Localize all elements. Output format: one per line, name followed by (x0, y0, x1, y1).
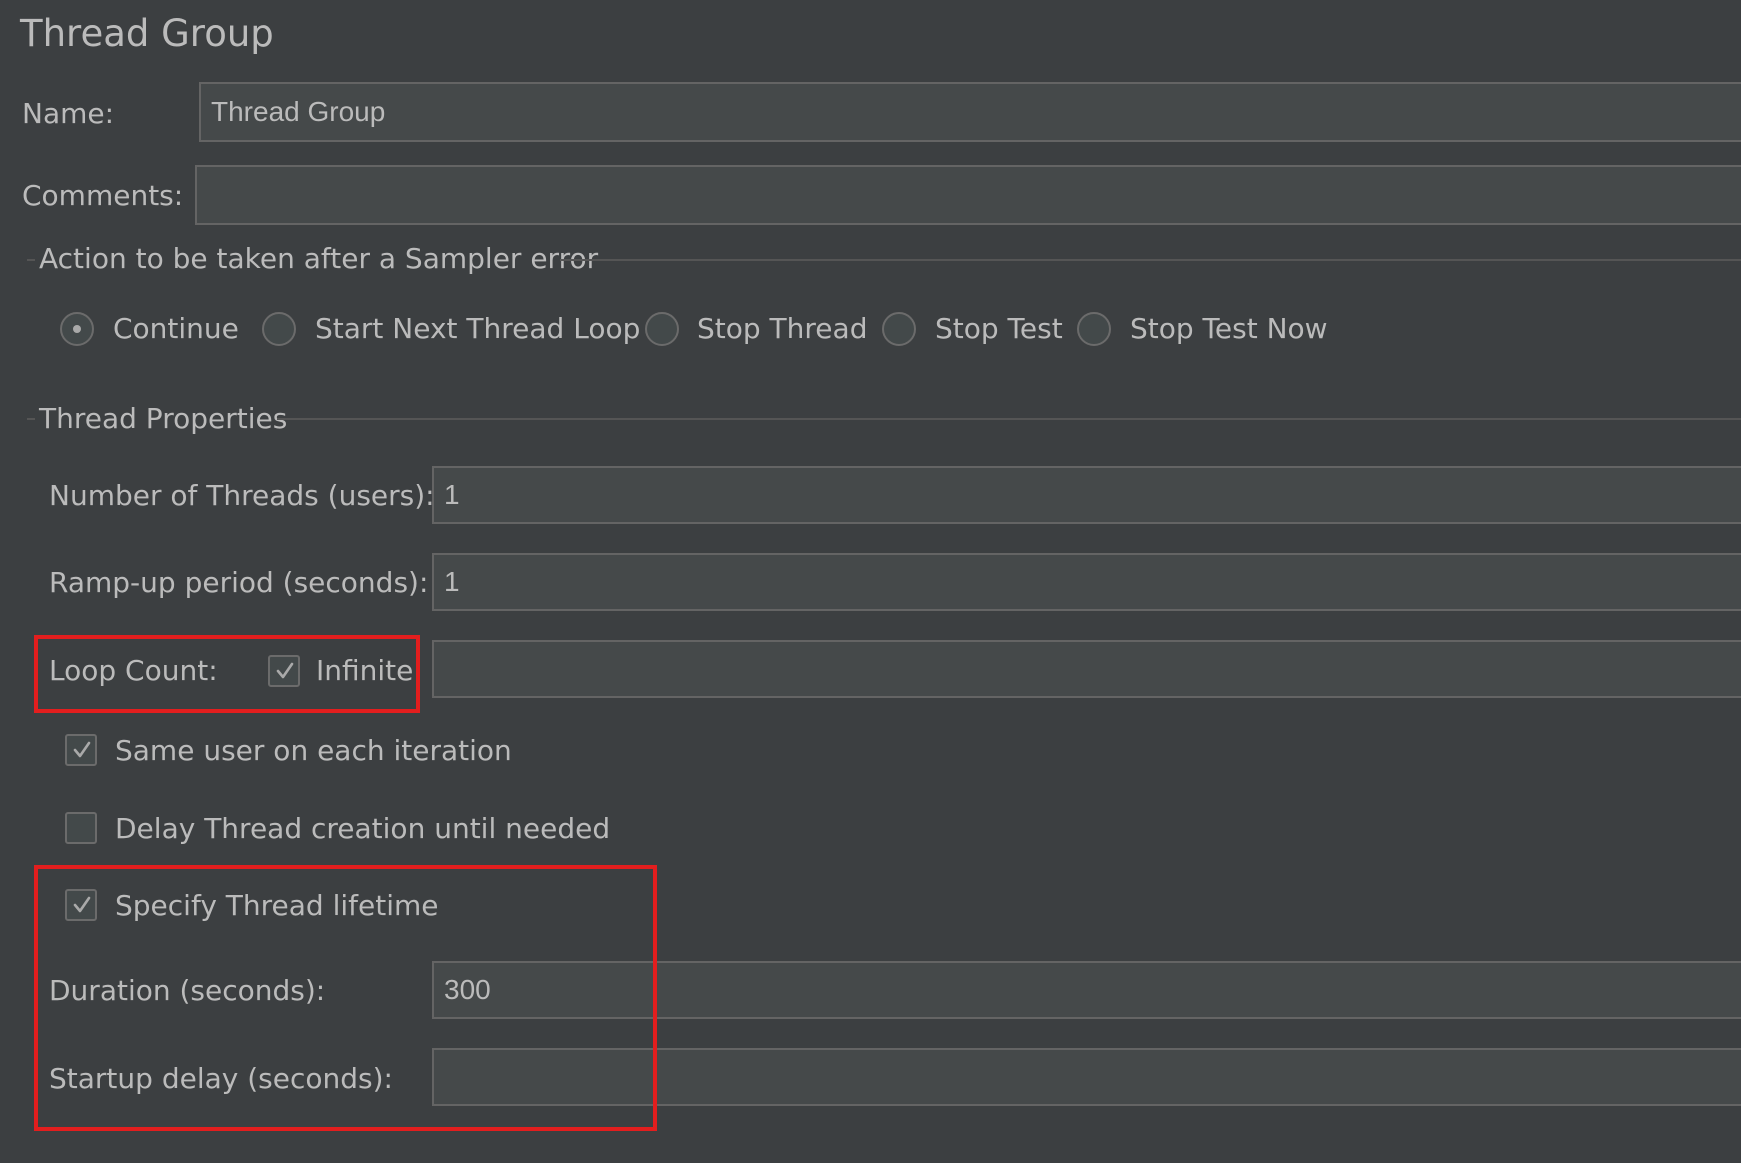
group-border (27, 259, 35, 261)
threads-field[interactable] (432, 466, 1741, 524)
radio-continue[interactable] (60, 312, 94, 346)
startup-delay-field[interactable] (432, 1048, 1741, 1106)
thread-group-panel: Thread Group Name: Comments: Action to b… (0, 0, 1741, 1163)
lifetime-label[interactable]: Specify Thread lifetime (115, 892, 439, 920)
infinite-label[interactable]: Infinite (316, 657, 413, 685)
radio-continue-label[interactable]: Continue (113, 315, 239, 343)
name-field[interactable] (199, 82, 1741, 142)
delay-creation-checkbox[interactable] (65, 812, 97, 844)
sampler-error-legend: Action to be taken after a Sampler error (39, 242, 599, 275)
duration-label: Duration (seconds): (49, 974, 326, 1007)
radio-stop-thread[interactable] (645, 312, 679, 346)
comments-field[interactable] (195, 165, 1741, 225)
lifetime-checkbox[interactable] (65, 889, 97, 921)
group-border (277, 418, 1741, 420)
comments-label: Comments: (22, 179, 184, 212)
radio-stop-test[interactable] (882, 312, 916, 346)
threads-label: Number of Threads (users): (49, 479, 435, 512)
checkmark-icon (73, 896, 91, 913)
delay-creation-label[interactable]: Delay Thread creation until needed (115, 815, 610, 843)
radio-start-next-thread-loop[interactable] (262, 312, 296, 346)
radio-start-next-thread-loop-label[interactable]: Start Next Thread Loop (315, 315, 640, 343)
checkmark-icon (276, 662, 294, 679)
page-title: Thread Group (20, 12, 274, 55)
rampup-label: Ramp-up period (seconds): (49, 566, 429, 599)
loop-count-field[interactable] (432, 640, 1741, 698)
radio-stop-test-label[interactable]: Stop Test (935, 315, 1063, 343)
same-user-checkbox[interactable] (65, 734, 97, 766)
same-user-label[interactable]: Same user on each iteration (115, 737, 512, 765)
group-border (560, 259, 1741, 261)
loop-count-label: Loop Count: (49, 654, 218, 687)
rampup-field[interactable] (432, 553, 1741, 611)
startup-delay-label: Startup delay (seconds): (49, 1062, 393, 1095)
radio-stop-test-now[interactable] (1077, 312, 1111, 346)
duration-field[interactable] (432, 961, 1741, 1019)
radio-stop-thread-label[interactable]: Stop Thread (697, 315, 867, 343)
name-label: Name: (22, 97, 115, 130)
checkmark-icon (73, 741, 91, 758)
group-border (27, 418, 35, 420)
thread-properties-legend: Thread Properties (39, 402, 288, 435)
radio-stop-test-now-label[interactable]: Stop Test Now (1130, 315, 1328, 343)
infinite-checkbox[interactable] (268, 655, 300, 687)
